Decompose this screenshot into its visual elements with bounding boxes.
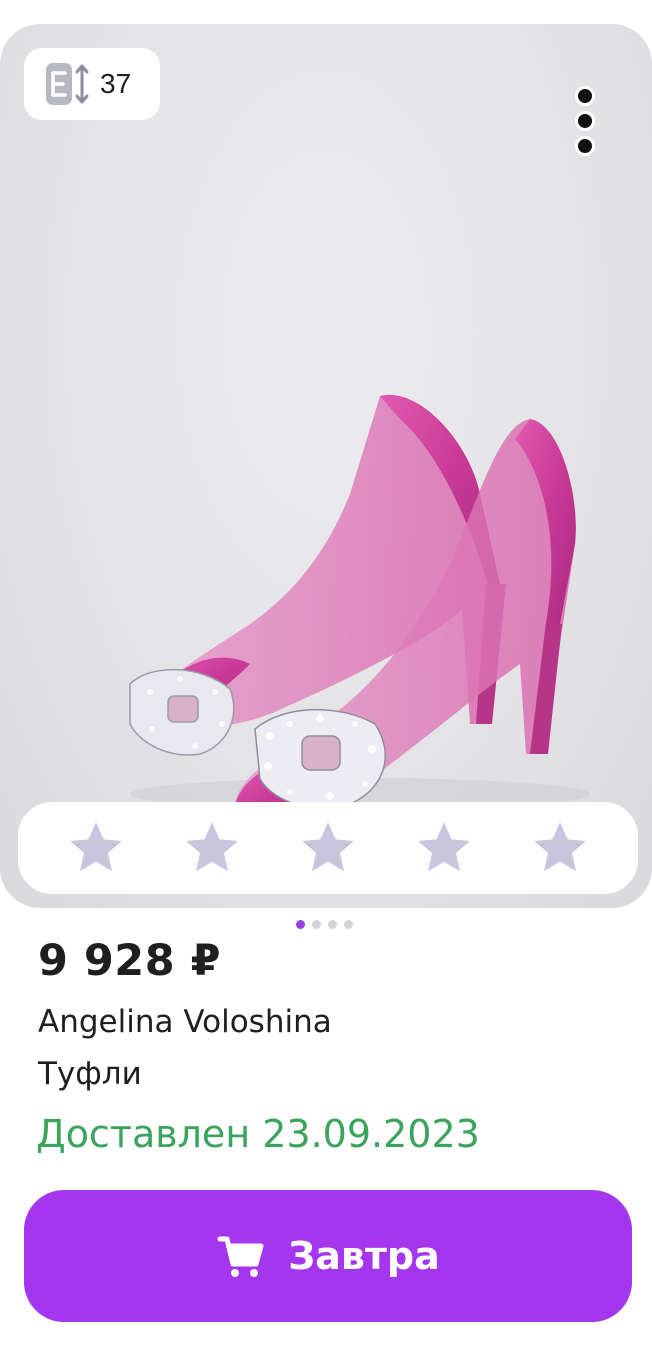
product-photo bbox=[129, 394, 590, 824]
size-badge[interactable]: 37 bbox=[24, 48, 160, 120]
rating-bar bbox=[18, 802, 638, 894]
cart-icon bbox=[217, 1236, 264, 1277]
pager-dot bbox=[344, 920, 353, 929]
pager-dot bbox=[296, 920, 305, 929]
delivery-status: Доставлен 23.09.2023 bbox=[36, 1112, 480, 1156]
size-count: 37 bbox=[100, 68, 132, 99]
more-vertical-icon[interactable] bbox=[566, 86, 604, 156]
product-image-carousel[interactable]: 37 bbox=[0, 24, 652, 908]
product-price: 9 928 ₽ bbox=[38, 936, 222, 986]
pager-dot bbox=[312, 920, 321, 929]
pager-dot bbox=[328, 920, 337, 929]
more-dot bbox=[575, 136, 595, 156]
size-range-icon bbox=[46, 63, 89, 105]
star-icon[interactable] bbox=[65, 817, 127, 879]
more-dot bbox=[575, 86, 595, 106]
image-pager bbox=[296, 920, 353, 929]
star-icon[interactable] bbox=[413, 817, 475, 879]
cart-button-label: Завтра bbox=[288, 1234, 440, 1278]
more-dot bbox=[575, 111, 595, 131]
add-to-cart-button[interactable]: Завтра bbox=[24, 1190, 632, 1322]
product-type[interactable]: Туфли bbox=[38, 1056, 142, 1092]
star-icon[interactable] bbox=[297, 817, 359, 879]
star-icon[interactable] bbox=[181, 817, 243, 879]
product-brand[interactable]: Angelina Voloshina bbox=[38, 1004, 332, 1040]
star-icon[interactable] bbox=[529, 817, 591, 879]
